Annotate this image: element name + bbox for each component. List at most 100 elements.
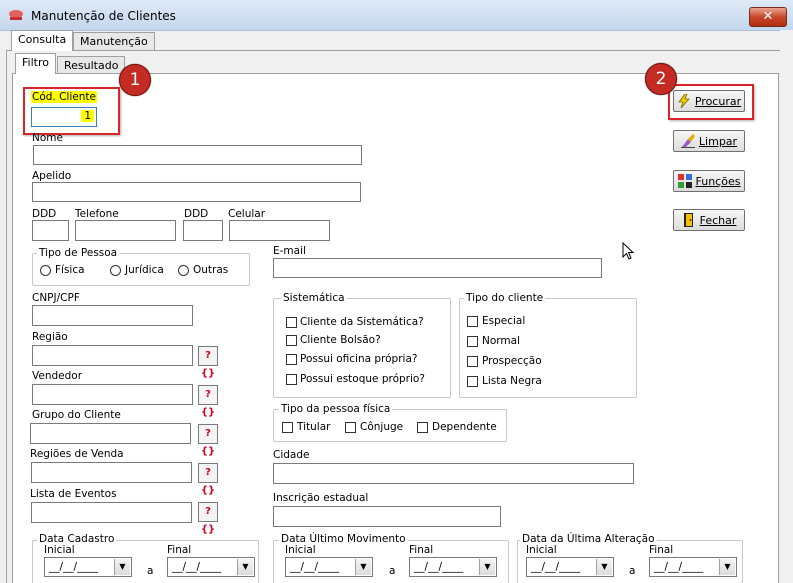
tipo-pessoa-fisica-title: Tipo da pessoa física	[279, 403, 393, 415]
funcoes-label: Funções	[695, 174, 741, 188]
apelido-input[interactable]	[32, 182, 361, 202]
grupo-input[interactable]	[30, 423, 191, 444]
vendedor-label: Vendedor	[32, 370, 83, 382]
lista-eventos-lookup-button[interactable]: ?{}	[198, 502, 218, 535]
radio-juridica[interactable]	[110, 265, 121, 276]
limpar-button[interactable]: Limpar	[673, 130, 745, 152]
ddd-label: DDD	[32, 208, 57, 220]
lookup-icon: ?{}	[200, 467, 216, 496]
celular-input[interactable]	[229, 220, 330, 241]
chk-estoque-proprio[interactable]	[286, 374, 297, 385]
title-bar: Manutenção de Clientes ✕	[0, 0, 793, 31]
data-ultimo-movimento-final-picker[interactable]: __/__/____ ▼	[409, 557, 497, 577]
cod-cliente-input[interactable]: 1	[31, 107, 97, 127]
telefone-input[interactable]	[75, 220, 176, 241]
email-input[interactable]	[273, 258, 602, 278]
procurar-button[interactable]: Procurar	[673, 90, 745, 112]
data-cadastro-final-picker[interactable]: __/__/____ ▼	[167, 557, 255, 577]
regiao-input[interactable]	[32, 345, 193, 366]
chk-estoque-proprio-label: Possui estoque próprio?	[300, 373, 425, 385]
chk-especial-label: Especial	[482, 315, 526, 327]
tab-consulta[interactable]: Consulta	[11, 30, 74, 51]
inscricao-label: Inscrição estadual	[273, 492, 369, 504]
chk-conjuge[interactable]	[345, 422, 356, 433]
chk-dependente-label: Dependente	[432, 421, 497, 433]
radio-fisica[interactable]	[40, 265, 51, 276]
data-ultimo-movimento-inicial-picker[interactable]: __/__/____ ▼	[285, 557, 373, 577]
regiao-lookup-button[interactable]: ?{}	[198, 346, 218, 379]
data-ultima-alteracao-final-picker[interactable]: __/__/____ ▼	[649, 557, 737, 577]
ddd-celular-input[interactable]	[183, 220, 223, 241]
chevron-down-icon[interactable]: ▼	[237, 559, 253, 575]
fechar-label: Fechar	[699, 213, 737, 227]
data-cadastro-inicial-picker[interactable]: __/__/____ ▼	[44, 557, 132, 577]
close-window-button[interactable]: ✕	[749, 7, 787, 27]
procurar-label: Procurar	[694, 94, 742, 108]
functions-icon	[677, 174, 692, 188]
regioes-venda-lookup-button[interactable]: ?{}	[198, 463, 218, 496]
chevron-down-icon[interactable]: ▼	[479, 559, 495, 575]
fechar-button[interactable]: Fechar	[673, 209, 745, 231]
chk-cliente-bolsao[interactable]	[286, 335, 297, 346]
vendedor-input[interactable]	[32, 384, 193, 405]
close-icon: ✕	[762, 9, 774, 24]
chevron-down-icon[interactable]: ▼	[114, 559, 130, 575]
celular-label: Celular	[228, 208, 266, 220]
sistematica-title: Sistemática	[281, 292, 347, 304]
chevron-down-icon[interactable]: ▼	[355, 559, 371, 575]
chk-especial[interactable]	[467, 316, 478, 327]
chevron-down-icon[interactable]: ▼	[596, 559, 612, 575]
lista-eventos-input[interactable]	[31, 502, 192, 523]
chk-prospeccao[interactable]	[467, 356, 478, 367]
chk-dependente[interactable]	[417, 422, 428, 433]
ddd-input[interactable]	[32, 220, 69, 241]
data-cadastro-inicial-label: Inicial	[44, 544, 75, 556]
cod-cliente-value: 1	[81, 110, 94, 122]
chk-lista-negra[interactable]	[467, 376, 478, 387]
telefone-label: Telefone	[75, 208, 119, 220]
chk-oficina-propria[interactable]	[286, 354, 297, 365]
chk-lista-negra-label: Lista Negra	[482, 375, 542, 387]
grupo-label: Grupo do Cliente	[32, 409, 121, 421]
chk-conjuge-label: Cônjuge	[360, 421, 404, 433]
inscricao-input[interactable]	[273, 506, 501, 527]
nome-input[interactable]	[33, 145, 362, 165]
regioes-venda-input[interactable]	[31, 462, 192, 483]
grupo-lookup-button[interactable]: ?{}	[198, 424, 218, 457]
date-range-separator: a	[389, 565, 396, 577]
date-value: __/__/____	[531, 561, 581, 573]
cod-cliente-label: Cód. Cliente	[31, 91, 97, 103]
data-ultimo-movimento-final-label: Final	[409, 544, 434, 556]
eraser-icon	[680, 134, 695, 148]
date-range-separator: a	[147, 565, 154, 577]
radio-outras-label: Outras	[193, 264, 229, 276]
date-value: __/__/____	[49, 561, 99, 573]
data-ultima-alteracao-inicial-label: Inicial	[526, 544, 557, 556]
chk-cliente-sistematica[interactable]	[286, 317, 297, 328]
date-range-separator: a	[629, 565, 636, 577]
chevron-down-icon[interactable]: ▼	[719, 559, 735, 575]
funcoes-button[interactable]: Funções	[673, 170, 745, 192]
window-right-edge	[780, 30, 793, 583]
chk-cliente-sistematica-label: Cliente da Sistemática?	[300, 316, 424, 328]
cnpj-input[interactable]	[32, 305, 193, 326]
nome-label: Nome	[32, 132, 63, 144]
data-cadastro-final-label: Final	[167, 544, 192, 556]
data-ultimo-movimento-inicial-label: Inicial	[285, 544, 316, 556]
date-value: __/__/____	[172, 561, 222, 573]
chk-normal[interactable]	[467, 336, 478, 347]
data-ultima-alteracao-inicial-picker[interactable]: __/__/____ ▼	[526, 557, 614, 577]
tipo-pessoa-title: Tipo de Pessoa	[37, 247, 120, 259]
cidade-label: Cidade	[273, 449, 310, 461]
date-value: __/__/____	[414, 561, 464, 573]
tipo-cliente-title: Tipo do cliente	[464, 292, 546, 304]
tab-filtro[interactable]: Filtro	[15, 53, 56, 74]
vendedor-lookup-button[interactable]: ?{}	[198, 385, 218, 418]
radio-outras[interactable]	[178, 265, 189, 276]
chk-titular[interactable]	[282, 422, 293, 433]
tab-manutencao[interactable]: Manutenção	[73, 32, 155, 51]
email-label: E-mail	[273, 245, 306, 257]
cidade-input[interactable]	[273, 463, 634, 484]
cnpj-label: CNPJ/CPF	[32, 292, 80, 304]
chk-normal-label: Normal	[482, 335, 520, 347]
